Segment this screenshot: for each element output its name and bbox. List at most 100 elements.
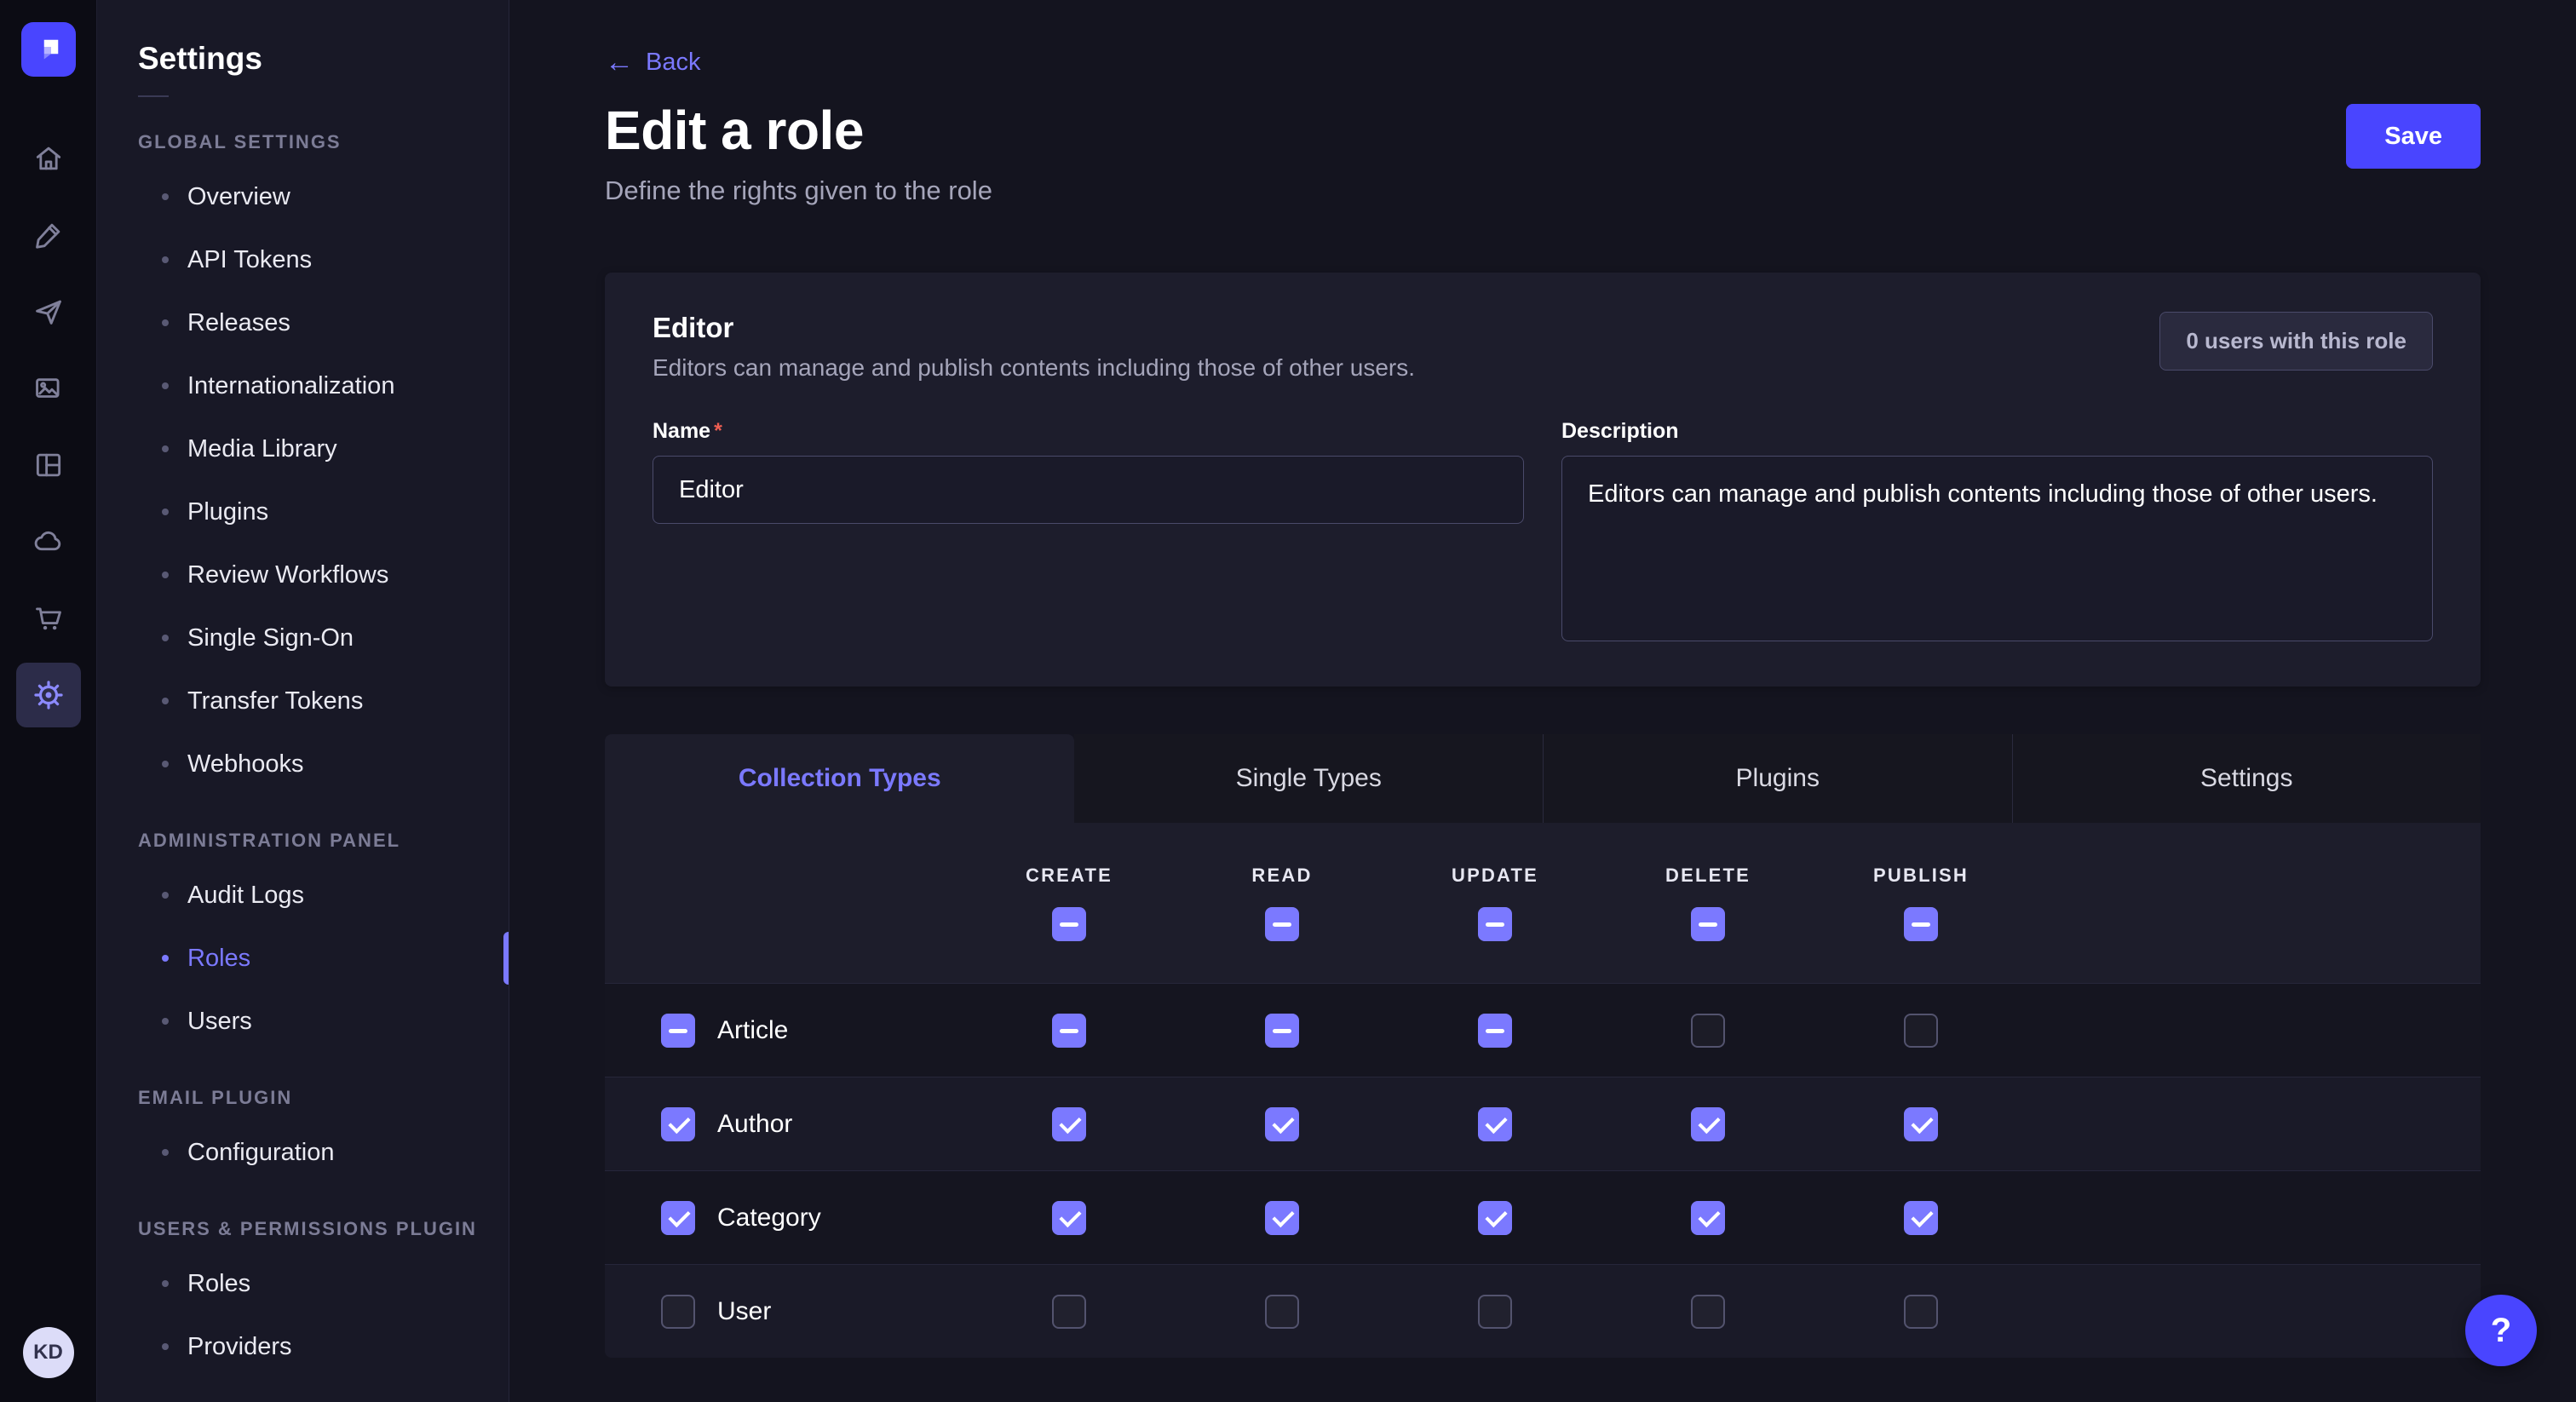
author-create-checkbox[interactable] xyxy=(1052,1107,1086,1141)
bullet-icon xyxy=(162,1149,169,1156)
bullet-icon xyxy=(162,761,169,767)
user-create-checkbox[interactable] xyxy=(1052,1295,1086,1329)
article-read-checkbox[interactable] xyxy=(1265,1014,1299,1048)
sidebar-item-internationalization[interactable]: Internationalization xyxy=(97,354,509,417)
article-row-checkbox[interactable] xyxy=(661,1014,695,1048)
sidebar-item-label: Single Sign-On xyxy=(187,624,354,652)
back-arrow-icon: ← xyxy=(605,48,634,77)
sidebar-item-single-sign-on[interactable]: Single Sign-On xyxy=(97,606,509,669)
home-icon[interactable] xyxy=(16,126,81,191)
sidebar-item-transfer-tokens[interactable]: Transfer Tokens xyxy=(97,669,509,733)
settings-sidebar: Settings GLOBAL SETTINGS Overview API To… xyxy=(97,0,509,1402)
sidebar-item-up-providers[interactable]: Providers xyxy=(97,1315,509,1378)
sidebar-item-media-library[interactable]: Media Library xyxy=(97,417,509,480)
author-publish-checkbox[interactable] xyxy=(1904,1107,1938,1141)
row-label-cell: User xyxy=(605,1295,963,1329)
help-button[interactable]: ? xyxy=(2465,1295,2537,1366)
column-delete: DELETE xyxy=(1601,865,1814,941)
page-title: Edit a role xyxy=(605,99,992,162)
settings-icon[interactable] xyxy=(16,663,81,727)
sidebar-item-label: Releases xyxy=(187,309,290,337)
select-all-update-checkbox[interactable] xyxy=(1478,907,1512,941)
category-create-checkbox[interactable] xyxy=(1052,1201,1086,1235)
bullet-icon xyxy=(162,382,169,389)
user-delete-checkbox[interactable] xyxy=(1691,1295,1725,1329)
content-type-builder-icon[interactable] xyxy=(16,433,81,497)
sidebar-item-plugins[interactable]: Plugins xyxy=(97,480,509,543)
article-delete-checkbox[interactable] xyxy=(1691,1014,1725,1048)
cloud-icon[interactable] xyxy=(16,509,81,574)
row-label: Author xyxy=(717,1110,792,1139)
sidebar-item-releases[interactable]: Releases xyxy=(97,291,509,354)
row-label: Article xyxy=(717,1016,788,1045)
column-read: READ xyxy=(1176,865,1389,941)
select-all-create-checkbox[interactable] xyxy=(1052,907,1086,941)
sidebar-item-review-workflows[interactable]: Review Workflows xyxy=(97,543,509,606)
column-label: PUBLISH xyxy=(1873,865,1969,887)
back-label: Back xyxy=(646,49,700,77)
category-row-checkbox[interactable] xyxy=(661,1201,695,1235)
sidebar-item-users[interactable]: Users xyxy=(97,990,509,1053)
author-row-checkbox[interactable] xyxy=(661,1107,695,1141)
sidebar-item-up-roles[interactable]: Roles xyxy=(97,1252,509,1315)
sidebar-item-label: Review Workflows xyxy=(187,561,388,589)
media-library-icon[interactable] xyxy=(16,356,81,421)
article-update-checkbox[interactable] xyxy=(1478,1014,1512,1048)
category-update-checkbox[interactable] xyxy=(1478,1201,1512,1235)
user-avatar[interactable]: KD xyxy=(23,1327,74,1378)
sidebar-item-webhooks[interactable]: Webhooks xyxy=(97,733,509,796)
permission-row-user[interactable]: User xyxy=(605,1264,2481,1358)
author-delete-checkbox[interactable] xyxy=(1691,1107,1725,1141)
permission-row-category[interactable]: Category xyxy=(605,1170,2481,1264)
category-read-checkbox[interactable] xyxy=(1265,1201,1299,1235)
bullet-icon xyxy=(162,955,169,962)
tab-settings[interactable]: Settings xyxy=(2012,734,2481,823)
author-read-checkbox[interactable] xyxy=(1265,1107,1299,1141)
description-input[interactable]: Editors can manage and publish contents … xyxy=(1561,456,2433,641)
strapi-logo-icon[interactable] xyxy=(21,22,76,77)
column-label: DELETE xyxy=(1665,865,1751,887)
sidebar-item-overview[interactable]: Overview xyxy=(97,165,509,228)
author-update-checkbox[interactable] xyxy=(1478,1107,1512,1141)
tab-single-types[interactable]: Single Types xyxy=(1074,734,1544,823)
deploy-icon[interactable] xyxy=(16,279,81,344)
user-read-checkbox[interactable] xyxy=(1265,1295,1299,1329)
user-row-checkbox[interactable] xyxy=(661,1295,695,1329)
select-all-publish-checkbox[interactable] xyxy=(1904,907,1938,941)
sidebar-item-audit-logs[interactable]: Audit Logs xyxy=(97,864,509,927)
permission-row-author[interactable]: Author xyxy=(605,1077,2481,1170)
select-all-delete-checkbox[interactable] xyxy=(1691,907,1725,941)
bullet-icon xyxy=(162,892,169,899)
user-update-checkbox[interactable] xyxy=(1478,1295,1512,1329)
sidebar-item-label: Roles xyxy=(187,945,250,973)
name-input[interactable] xyxy=(653,456,1524,524)
column-label: UPDATE xyxy=(1452,865,1538,887)
save-button[interactable]: Save xyxy=(2346,104,2481,169)
sidebar-item-roles[interactable]: Roles xyxy=(97,927,509,990)
category-delete-checkbox[interactable] xyxy=(1691,1201,1725,1235)
bullet-icon xyxy=(162,319,169,326)
back-link[interactable]: ← Back xyxy=(605,48,700,77)
sidebar-item-configuration[interactable]: Configuration xyxy=(97,1121,509,1184)
permissions-panel: CREATE READ UPDATE DELETE xyxy=(605,823,2481,1358)
content-manager-icon[interactable] xyxy=(16,203,81,267)
sidebar-item-api-tokens[interactable]: API Tokens xyxy=(97,228,509,291)
column-create: CREATE xyxy=(963,865,1176,941)
marketplace-icon[interactable] xyxy=(16,586,81,651)
sidebar-item-label: Providers xyxy=(187,1333,292,1361)
bullet-icon xyxy=(162,572,169,578)
column-publish: PUBLISH xyxy=(1814,865,2027,941)
section-heading-global-settings: GLOBAL SETTINGS xyxy=(138,131,509,153)
permission-row-article[interactable]: Article xyxy=(605,983,2481,1077)
article-create-checkbox[interactable] xyxy=(1052,1014,1086,1048)
select-all-read-checkbox[interactable] xyxy=(1265,907,1299,941)
user-publish-checkbox[interactable] xyxy=(1904,1295,1938,1329)
tab-plugins[interactable]: Plugins xyxy=(1543,734,2012,823)
users-count-badge[interactable]: 0 users with this role xyxy=(2159,312,2433,371)
article-publish-checkbox[interactable] xyxy=(1904,1014,1938,1048)
tab-collection-types[interactable]: Collection Types xyxy=(605,734,1074,823)
required-asterisk: * xyxy=(714,419,722,443)
sidebar-item-label: Media Library xyxy=(187,435,337,463)
page-header-text: Edit a role Define the rights given to t… xyxy=(605,99,992,206)
category-publish-checkbox[interactable] xyxy=(1904,1201,1938,1235)
